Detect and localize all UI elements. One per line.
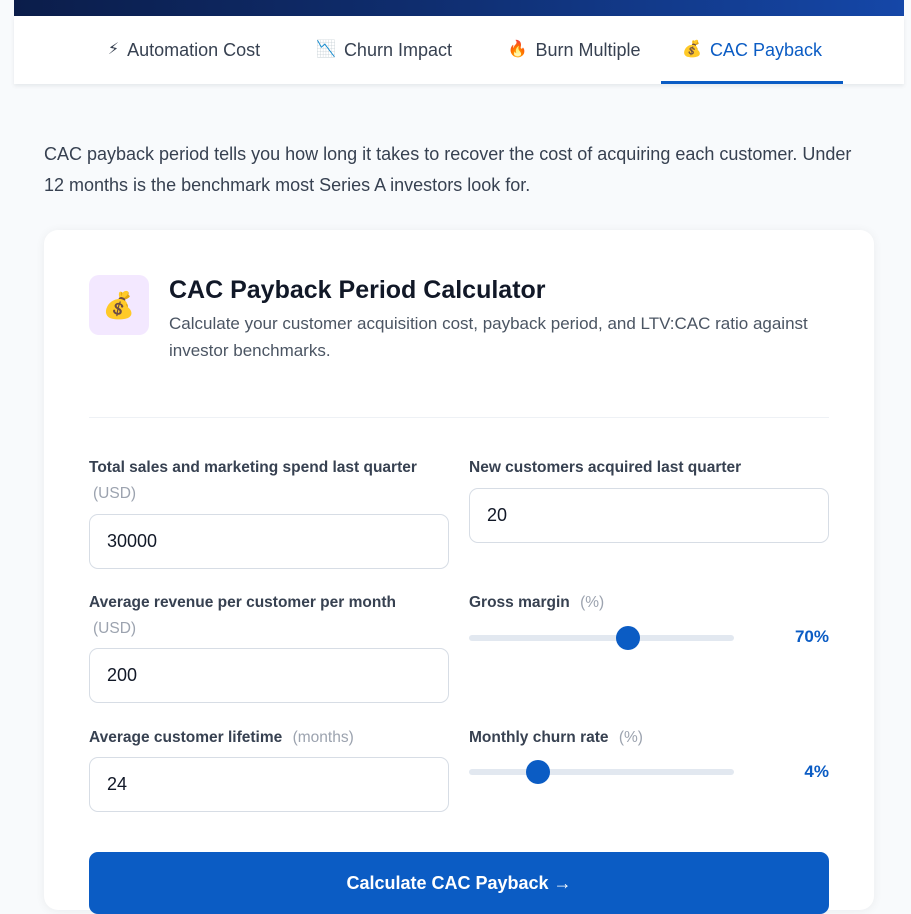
tab-label: Automation Cost xyxy=(127,39,261,60)
arpu-label: Average revenue per customer per month (… xyxy=(89,590,449,642)
gross-margin-slider-thumb[interactable] xyxy=(616,626,640,650)
arpu-unit: (USD) xyxy=(93,620,137,637)
lifetime-label-text: Average customer lifetime xyxy=(89,729,283,746)
lifetime-label: Average customer lifetime (months) xyxy=(89,725,449,751)
tab-automation-cost[interactable]: ⚡ Automation Cost xyxy=(94,16,274,84)
gross-margin-label-text: Gross margin xyxy=(469,594,570,611)
sm-spend-unit: (USD) xyxy=(93,485,137,502)
calculator-tabs: ⚡ Automation Cost 📉 Churn Impact 🔥 Burn … xyxy=(14,16,904,84)
churn-label-text: Monthly churn rate xyxy=(469,729,609,746)
calculator-card: 💰 CAC Payback Period Calculator Calculat… xyxy=(44,230,874,914)
arpu-label-text: Average revenue per customer per month xyxy=(89,594,396,611)
tab-label: CAC Payback xyxy=(709,39,822,60)
gross-margin-slider[interactable] xyxy=(469,626,734,650)
churn-value: 4% xyxy=(804,762,829,781)
churn-slider[interactable] xyxy=(469,760,734,784)
arpu-input[interactable] xyxy=(89,648,449,703)
gross-margin-value: 70% xyxy=(794,627,829,646)
tab-burn-multiple[interactable]: 🔥 Burn Multiple xyxy=(489,16,659,84)
card-icon-glyph: 💰 xyxy=(102,289,136,320)
money-bag-icon: 💰 xyxy=(682,41,702,58)
lifetime-input[interactable] xyxy=(89,757,449,812)
new-customers-input[interactable] xyxy=(469,488,829,543)
hero-banner-edge xyxy=(14,0,904,16)
lifetime-unit: (months) xyxy=(292,729,354,746)
fire-icon: 🔥 xyxy=(507,41,528,58)
gross-margin-label: Gross margin (%) xyxy=(469,590,829,616)
sm-spend-label-text: Total sales and marketing spend last qua… xyxy=(89,459,417,476)
tab-label: Burn Multiple xyxy=(535,39,641,60)
calculate-cac-payback-button[interactable]: Calculate CAC Payback → xyxy=(89,852,829,914)
sm-spend-input[interactable] xyxy=(89,514,449,569)
tab-label: Churn Impact xyxy=(343,39,452,60)
calculator-subtitle: Calculate your customer acquisition cost… xyxy=(169,314,808,360)
tab-cac-payback[interactable]: 💰 CAC Payback xyxy=(661,16,843,84)
new-customers-label: New customers acquired last quarter xyxy=(469,455,829,481)
calculator-title: CAC Payback Period Calculator xyxy=(169,276,546,304)
sm-spend-label: Total sales and marketing spend last qua… xyxy=(89,455,449,507)
churn-unit: (%) xyxy=(618,729,643,746)
tab-churn-impact[interactable]: 📉 Churn Impact xyxy=(304,16,464,84)
lightning-icon: ⚡ xyxy=(107,41,120,58)
intro-text: CAC payback period tells you how long it… xyxy=(44,144,852,195)
new-customers-label-text: New customers acquired last quarter xyxy=(469,459,742,476)
divider xyxy=(89,417,829,418)
churn-slider-thumb[interactable] xyxy=(525,760,550,784)
money-bag-icon: 💰 xyxy=(89,275,149,335)
gross-margin-unit: (%) xyxy=(580,594,605,611)
chart-decreasing-icon: 📉 xyxy=(316,41,336,58)
churn-label: Monthly churn rate (%) xyxy=(469,725,829,751)
